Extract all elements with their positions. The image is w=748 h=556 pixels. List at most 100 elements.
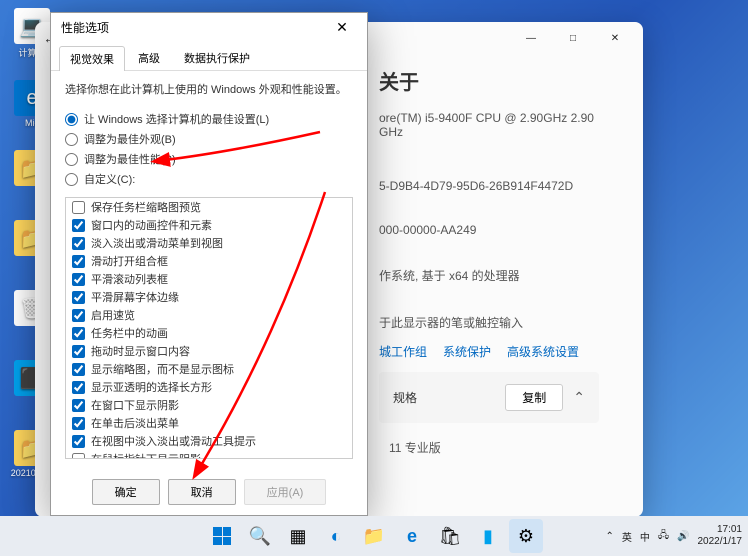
visual-effect-item[interactable]: 平滑屏幕字体边缘 <box>66 288 352 306</box>
effect-label: 保存任务栏缩略图预览 <box>91 199 201 215</box>
radio-label: 自定义(C): <box>84 171 135 187</box>
tab-dep[interactable]: 数据执行保护 <box>173 45 261 70</box>
minimize-button[interactable]: — <box>511 24 551 52</box>
effect-label: 窗口内的动画控件和元素 <box>91 217 212 233</box>
effect-checkbox[interactable] <box>72 453 85 460</box>
close-button[interactable]: ✕ <box>323 14 361 40</box>
ime-mode[interactable]: 中 <box>640 529 650 544</box>
taskbar: 🔍 ▦ ◐ 📁 e 🛍 ▮ ⚙ ⌃ 英 中 🖧 🔊 17:01 2022/1/1… <box>0 516 748 556</box>
close-button[interactable]: ✕ <box>595 24 635 52</box>
visual-effect-item[interactable]: 在鼠标指针下显示阴影 <box>66 450 352 459</box>
ok-button[interactable]: 确定 <box>92 479 160 505</box>
start-button[interactable] <box>205 519 239 553</box>
maximize-button[interactable]: □ <box>553 24 593 52</box>
network-icon[interactable]: 🖧 <box>658 528 669 545</box>
visual-effect-item[interactable]: 任务栏中的动画 <box>66 324 352 342</box>
effect-checkbox[interactable] <box>72 399 85 412</box>
effect-label: 滑动打开组合框 <box>91 253 168 269</box>
effect-label: 在单击后淡出菜单 <box>91 415 179 431</box>
effect-label: 显示缩略图，而不是显示图标 <box>91 361 234 377</box>
effect-label: 任务栏中的动画 <box>91 325 168 341</box>
effect-checkbox[interactable] <box>72 219 85 232</box>
store-button[interactable]: 🛍 <box>433 519 467 553</box>
visual-effect-item[interactable]: 淡入淡出或滑动菜单到视图 <box>66 234 352 252</box>
effect-checkbox[interactable] <box>72 381 85 394</box>
tab-strip: 视觉效果 高级 数据执行保护 <box>51 41 367 71</box>
effect-checkbox[interactable] <box>72 435 85 448</box>
app-button[interactable]: ▮ <box>471 519 505 553</box>
effect-checkbox[interactable] <box>72 309 85 322</box>
effect-checkbox[interactable] <box>72 363 85 376</box>
dialog-title: 性能选项 <box>61 19 109 36</box>
tab-visual-effects[interactable]: 视觉效果 <box>59 46 125 71</box>
sound-icon[interactable]: 🔊 <box>677 531 689 542</box>
chevron-up-icon[interactable]: ⌃ <box>573 389 585 406</box>
link-rename[interactable]: 城工作组 <box>379 343 427 360</box>
visual-effect-item[interactable]: 显示缩略图，而不是显示图标 <box>66 360 352 378</box>
visual-effect-item[interactable]: 在窗口下显示阴影 <box>66 396 352 414</box>
ime-lang[interactable]: 英 <box>622 529 632 544</box>
copy-button[interactable]: 复制 <box>505 384 563 411</box>
task-view-button[interactable]: ▦ <box>281 519 315 553</box>
link-protect[interactable]: 系统保护 <box>443 343 491 360</box>
radio-best-performance[interactable]: 调整为最佳性能(P) <box>65 149 353 169</box>
visual-effect-item[interactable]: 在单击后淡出菜单 <box>66 414 352 432</box>
link-advanced[interactable]: 高级系统设置 <box>507 343 579 360</box>
explorer-button[interactable]: 📁 <box>357 519 391 553</box>
effect-label: 平滑屏幕字体边缘 <box>91 289 179 305</box>
effect-checkbox[interactable] <box>72 273 85 286</box>
effect-label: 淡入淡出或滑动菜单到视图 <box>91 235 223 251</box>
effect-checkbox[interactable] <box>72 237 85 250</box>
spec-systype: 作系统, 基于 x64 的处理器 <box>379 267 619 284</box>
radio-custom[interactable]: 自定义(C): <box>65 169 353 189</box>
settings-button[interactable]: ⚙ <box>509 519 543 553</box>
visual-effects-list[interactable]: 保存任务栏缩略图预览窗口内的动画控件和元素淡入淡出或滑动菜单到视图滑动打开组合框… <box>65 197 353 459</box>
radio-input[interactable] <box>65 153 78 166</box>
tray-chevron-icon[interactable]: ⌃ <box>606 531 614 542</box>
spec-cpu: ore(TM) i5-9400F CPU @ 2.90GHz 2.90 GHz <box>379 111 619 139</box>
radio-best-appearance[interactable]: 调整为最佳外观(B) <box>65 129 353 149</box>
windows-logo-icon <box>213 527 231 545</box>
effect-checkbox[interactable] <box>72 327 85 340</box>
visual-effect-item[interactable]: 保存任务栏缩略图预览 <box>66 198 352 216</box>
radio-input[interactable] <box>65 133 78 146</box>
visual-effect-item[interactable]: 启用速览 <box>66 306 352 324</box>
effect-checkbox[interactable] <box>72 291 85 304</box>
visual-effect-item[interactable]: 在视图中淡入淡出或滑动工具提示 <box>66 432 352 450</box>
visual-effect-item[interactable]: 滑动打开组合框 <box>66 252 352 270</box>
apply-button[interactable]: 应用(A) <box>244 479 327 505</box>
effect-label: 在窗口下显示阴影 <box>91 397 179 413</box>
dialog-description: 选择你想在此计算机上使用的 Windows 外观和性能设置。 <box>65 81 353 97</box>
effect-label: 拖动时显示窗口内容 <box>91 343 190 359</box>
effect-label: 在鼠标指针下显示阴影 <box>91 451 201 459</box>
dialog-titlebar: 性能选项 ✕ <box>51 13 367 41</box>
visual-effect-item[interactable]: 窗口内的动画控件和元素 <box>66 216 352 234</box>
radio-input[interactable] <box>65 113 78 126</box>
search-button[interactable]: 🔍 <box>243 519 277 553</box>
effect-checkbox[interactable] <box>72 201 85 214</box>
effect-checkbox[interactable] <box>72 255 85 268</box>
time-text: 17:01 <box>698 524 743 536</box>
date-text: 2022/1/17 <box>698 536 743 548</box>
widgets-button[interactable]: ◐ <box>319 519 353 553</box>
cancel-button[interactable]: 取消 <box>168 479 236 505</box>
spec-label: 规格 <box>393 389 417 406</box>
performance-options-dialog: 性能选项 ✕ 视觉效果 高级 数据执行保护 选择你想在此计算机上使用的 Wind… <box>50 12 368 516</box>
radio-label: 调整为最佳性能(P) <box>84 151 176 167</box>
tab-advanced[interactable]: 高级 <box>127 45 171 70</box>
effect-checkbox[interactable] <box>72 417 85 430</box>
edge-button[interactable]: e <box>395 519 429 553</box>
radio-let-windows-choose[interactable]: 让 Windows 选择计算机的最佳设置(L) <box>65 109 353 129</box>
effect-label: 在视图中淡入淡出或滑动工具提示 <box>91 433 256 449</box>
visual-effect-item[interactable]: 平滑滚动列表框 <box>66 270 352 288</box>
visual-effect-item[interactable]: 拖动时显示窗口内容 <box>66 342 352 360</box>
effect-label: 平滑滚动列表框 <box>91 271 168 287</box>
spec-pen: 于此显示器的笔或触控输入 <box>379 314 619 331</box>
visual-effect-item[interactable]: 显示亚透明的选择长方形 <box>66 378 352 396</box>
radio-label: 让 Windows 选择计算机的最佳设置(L) <box>84 111 269 127</box>
clock[interactable]: 17:01 2022/1/17 <box>698 524 743 548</box>
radio-input[interactable] <box>65 173 78 186</box>
spec-product-id: 000-00000-AA249 <box>379 223 619 237</box>
effect-checkbox[interactable] <box>72 345 85 358</box>
spec-edition: 11 专业版 <box>389 439 619 456</box>
